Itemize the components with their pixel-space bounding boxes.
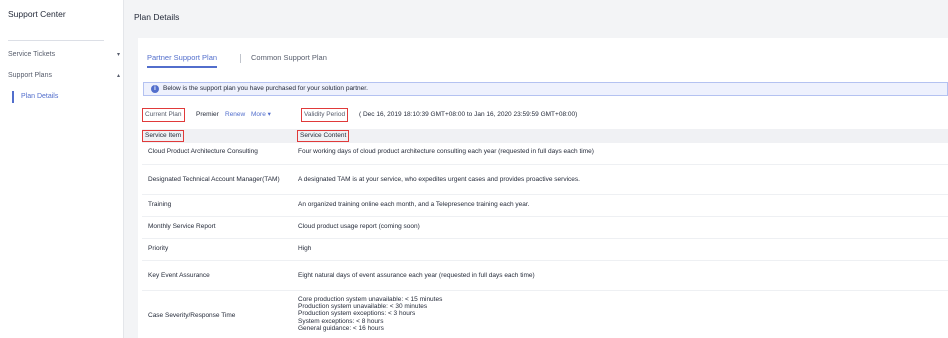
tab-common-support-plan[interactable]: Common Support Plan [251, 52, 327, 68]
sidebar-item-label: Support Plans [8, 72, 52, 79]
service-table: Service Item Service Content Cloud Produ… [142, 129, 948, 338]
table-row: Monthly Service Report Cloud product usag… [142, 217, 948, 239]
service-content-line: Eight natural days of event assurance ea… [298, 272, 535, 279]
service-item-cell: Case Severity/Response Time [148, 312, 236, 319]
table-body: Cloud Product Architecture Consulting Fou… [142, 143, 948, 338]
current-plan-value: Premier [196, 111, 219, 118]
service-content-line: Core production system unavailable: < 15… [298, 296, 443, 303]
service-item-cell: Monthly Service Report [148, 223, 216, 230]
service-item-cell: Key Event Assurance [148, 272, 210, 279]
service-content-cell: A designated TAM is at your service, who… [298, 176, 580, 183]
table-row: Priority High [142, 239, 948, 261]
service-content-cell: High [298, 245, 311, 252]
table-row: Designated Technical Account Manager(TAM… [142, 165, 948, 195]
service-content-line: Production system exceptions: < 3 hours [298, 310, 416, 318]
plan-tabs: Partner Support Plan Common Support Plan [147, 52, 937, 68]
table-row: Cloud Product Architecture Consulting Fou… [142, 143, 948, 165]
column-header-service-item: Service Item [142, 130, 185, 142]
service-item-cell: Training [148, 201, 172, 208]
validity-period-value: ( Dec 16, 2019 18:10:39 GMT+08:00 to Jan… [359, 111, 578, 118]
table-row: Key Event Assurance Eight natural days of… [142, 261, 948, 291]
service-content-cell: Four working days of cloud product archi… [298, 148, 594, 155]
plan-summary: Current Plan Premier Renew More ▾ Validi… [142, 108, 942, 122]
sidebar-divider [8, 40, 104, 41]
page-header: Plan Details [125, 0, 948, 36]
table-row: Case Severity/Response Time Core producti… [142, 291, 948, 338]
tab-partner-support-plan[interactable]: Partner Support Plan [147, 52, 218, 68]
service-content-line: A designated TAM is at your service, who… [298, 176, 580, 183]
sidebar-item-service-tickets[interactable]: Service Tickets ▾ [8, 49, 120, 61]
service-content-line: Production system unavailable: < 30 minu… [298, 303, 428, 311]
current-plan-label: Current Plan [142, 108, 185, 122]
sidebar-item-support-plans[interactable]: Support Plans ▴ [8, 70, 120, 82]
service-content-cell: Core production system unavailable: < 15… [298, 296, 442, 332]
sidebar-item-label: Service Tickets [8, 51, 56, 58]
page-title: Plan Details [134, 12, 180, 22]
table-row: Training An organized training online eac… [142, 195, 948, 217]
service-content-line: High [298, 245, 312, 252]
service-content-line: Cloud product usage report (coming soon) [298, 223, 420, 230]
service-content-line: Four working days of cloud product archi… [298, 148, 594, 155]
service-content-cell: Cloud product usage report (coming soon) [298, 223, 420, 230]
service-content-line: System exceptions: < 8 hours [298, 317, 384, 325]
more-dropdown[interactable]: More ▾ [251, 108, 271, 122]
service-item-cell: Cloud Product Architecture Consulting [148, 148, 258, 155]
service-item-cell: Designated Technical Account Manager(TAM… [148, 176, 280, 183]
info-banner: i Below is the support plan you have pur… [143, 82, 948, 96]
info-icon: i [151, 85, 159, 93]
sidebar-item-plan-details[interactable]: Plan Details [12, 91, 58, 103]
table-header: Service Item Service Content [142, 129, 948, 143]
chevron-down-icon: ▾ [116, 52, 120, 58]
tab-separator [240, 54, 241, 63]
renew-link[interactable]: Renew [225, 108, 245, 122]
column-header-service-content: Service Content [297, 130, 350, 142]
info-text: Below is the support plan you have purch… [163, 85, 368, 92]
service-content-line: An organized training online each month,… [298, 201, 530, 208]
service-content-line: General guidance: < 16 hours [298, 324, 384, 332]
validity-period-label: Validity Period [301, 108, 349, 122]
chevron-up-icon: ▴ [116, 73, 120, 79]
sidebar-title: Support Center [8, 9, 66, 19]
plan-panel: Partner Support Plan Common Support Plan… [138, 38, 948, 338]
service-content-cell: Eight natural days of event assurance ea… [298, 272, 535, 279]
service-content-cell: An organized training online each month,… [298, 201, 530, 208]
service-item-cell: Priority [148, 245, 169, 252]
sidebar: Support Center Service Tickets ▾ Support… [0, 0, 124, 338]
